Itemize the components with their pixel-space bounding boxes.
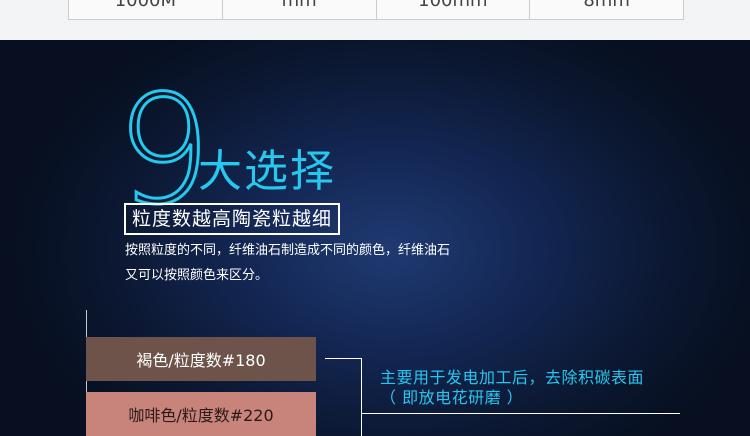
usage-line: 主要用于发电加工后，去除积碳表面 bbox=[380, 368, 645, 387]
spec-cell: 100mm bbox=[377, 0, 531, 19]
spec-cell: mm bbox=[223, 0, 377, 19]
top-strip: 1000M mm 100mm 8mm bbox=[0, 0, 750, 40]
headline: 大选择 bbox=[198, 146, 336, 197]
grit-tag-coffee: 咖啡色/粒度数#220 bbox=[86, 392, 316, 436]
grit-tag-brown: 褐色/粒度数#180 bbox=[86, 337, 316, 381]
usage-line: （ 即放电花研磨 ） bbox=[380, 388, 524, 407]
usage-text: 主要用于发电加工后，去除积碳表面 （ 即放电花研磨 ） bbox=[380, 368, 644, 408]
description-line: 又可以按照颜色来区分。 bbox=[125, 268, 269, 283]
usage-underline bbox=[362, 413, 680, 414]
connector-line bbox=[361, 358, 362, 436]
connector-line bbox=[325, 358, 361, 359]
spec-table: 1000M mm 100mm 8mm bbox=[68, 0, 684, 20]
description-line: 按照粒度的不同，纤维油石制造成不同的颜色，纤维油石 bbox=[125, 243, 451, 258]
product-section: 9 大选择 粒度数越高陶瓷粒越细 按照粒度的不同，纤维油石制造成不同的颜色，纤维… bbox=[0, 40, 750, 436]
description: 按照粒度的不同，纤维油石制造成不同的颜色，纤维油石 又可以按照颜色来区分。 bbox=[125, 238, 495, 288]
spec-cell: 8mm bbox=[583, 0, 630, 11]
subtitle-box: 粒度数越高陶瓷粒越细 bbox=[124, 203, 341, 235]
spec-cell: 1000M bbox=[69, 0, 223, 19]
